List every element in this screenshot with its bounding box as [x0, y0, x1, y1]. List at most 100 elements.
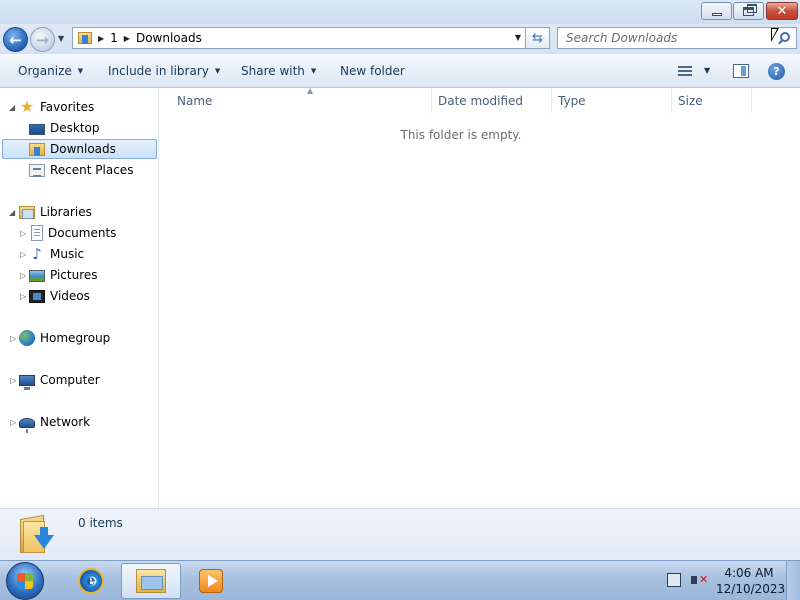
- network-status-icon[interactable]: [667, 573, 681, 587]
- column-header-type[interactable]: Type: [550, 88, 672, 113]
- column-header-name[interactable]: Name ▲: [169, 86, 432, 113]
- sidebar-item-desktop[interactable]: Desktop: [29, 118, 100, 138]
- show-desktop-button[interactable]: [786, 561, 800, 600]
- minimize-button[interactable]: [701, 2, 732, 20]
- sidebar-item-recent-places[interactable]: Recent Places: [29, 160, 133, 180]
- file-list[interactable]: Name ▲ Date modified Type Size This fold…: [160, 86, 800, 508]
- windows-media-player-icon: [199, 569, 223, 593]
- sidebar-item-documents[interactable]: Documents: [29, 223, 116, 243]
- breadcrumb-item[interactable]: 1: [110, 31, 118, 45]
- expand-icon[interactable]: ▷: [20, 292, 26, 301]
- back-button[interactable]: ←: [3, 27, 28, 52]
- breadcrumb-item[interactable]: Downloads: [136, 31, 202, 45]
- sidebar-item-label: Recent Places: [50, 163, 134, 177]
- search-input[interactable]: [566, 31, 766, 45]
- include-in-library-menu[interactable]: Include in library ▼: [108, 64, 220, 78]
- sidebar-item-label: Music: [50, 247, 85, 261]
- empty-folder-text: This folder is empty.: [400, 128, 522, 142]
- recent-places-icon: [29, 163, 45, 177]
- start-button[interactable]: [6, 562, 44, 600]
- empty-folder-message: This folder is empty.: [160, 128, 800, 142]
- taskbar-internet-explorer[interactable]: e: [64, 563, 118, 599]
- expand-icon[interactable]: ▷: [20, 250, 26, 259]
- column-header-label: Type: [558, 93, 586, 108]
- music-icon: ♪: [32, 245, 42, 263]
- volume-muted-icon[interactable]: ✕: [691, 573, 708, 587]
- taskbar-windows-explorer[interactable]: [121, 563, 181, 599]
- mouse-cursor-icon: [771, 28, 779, 42]
- documents-icon: [31, 225, 43, 241]
- breadcrumb-chevron-icon[interactable]: ▶: [98, 34, 104, 43]
- column-header-size[interactable]: Size: [670, 88, 752, 113]
- collapse-icon[interactable]: ◢: [9, 208, 15, 217]
- sidebar-item-homegroup[interactable]: Homegroup: [19, 328, 110, 348]
- sidebar-item-label: Documents: [48, 226, 117, 240]
- expand-icon[interactable]: ▷: [10, 334, 16, 343]
- command-bar: Organize ▼ Include in library ▼ Share with…: [0, 54, 800, 88]
- close-icon: ✕: [776, 3, 788, 19]
- change-view-icon[interactable]: [678, 66, 692, 76]
- homegroup-icon: [19, 330, 35, 346]
- expand-icon[interactable]: ▷: [20, 271, 26, 280]
- sidebar-item-network[interactable]: Network: [19, 412, 90, 433]
- refresh-icon: ⇆: [532, 30, 543, 46]
- internet-explorer-icon: e: [78, 568, 104, 594]
- refresh-button[interactable]: ⇆: [526, 27, 550, 49]
- column-header-label: Size: [678, 93, 703, 108]
- column-header-label: Date modified: [438, 93, 524, 108]
- system-clock[interactable]: 4:06 AM 12/10/2023: [716, 565, 786, 597]
- sidebar-item-downloads[interactable]: Downloads: [2, 139, 157, 159]
- new-folder-button[interactable]: New folder: [340, 64, 405, 78]
- column-header-label: Name: [177, 93, 213, 108]
- restore-icon: [743, 3, 757, 16]
- expand-icon[interactable]: ▷: [10, 418, 16, 427]
- view-options-dropdown-icon[interactable]: ▼: [704, 66, 710, 75]
- clock-date: 12/10/2023: [716, 582, 786, 596]
- search-box[interactable]: [557, 27, 797, 49]
- sidebar-item-label: Homegroup: [40, 331, 111, 345]
- expand-icon[interactable]: ▷: [10, 376, 16, 385]
- organize-menu[interactable]: Organize ▼: [18, 64, 83, 78]
- search-icon[interactable]: [780, 32, 790, 42]
- sidebar-item-music[interactable]: ♪ Music: [29, 244, 84, 264]
- favorites-star-icon: ★: [19, 97, 35, 116]
- explorer-window: ✕ ← → ▼ ▶ 1 ▶ Downloads ▼ ⇆ Organize ▼ In…: [0, 0, 800, 560]
- breadcrumb-chevron-icon[interactable]: ▶: [124, 34, 130, 43]
- sidebar-item-label: Computer: [40, 373, 100, 387]
- details-pane: 0 items: [0, 508, 800, 560]
- windows-explorer-icon: [136, 569, 166, 593]
- taskbar-windows-media-player[interactable]: [184, 563, 238, 599]
- expand-icon[interactable]: ▷: [20, 229, 26, 238]
- address-history-dropdown-icon[interactable]: ▼: [515, 33, 521, 42]
- sidebar-item-pictures[interactable]: Pictures: [29, 265, 98, 285]
- share-with-label: Share with: [241, 64, 305, 78]
- navigation-pane: ◢ ★ Favorites Desktop Downloads Recent P…: [0, 88, 159, 508]
- navigation-bar: ← → ▼ ▶ 1 ▶ Downloads ▼ ⇆: [0, 24, 800, 54]
- network-icon: [19, 417, 35, 433]
- sort-ascending-icon: ▲: [307, 86, 314, 95]
- preview-pane-icon[interactable]: [733, 64, 749, 78]
- forward-arrow-icon: →: [36, 30, 49, 49]
- minimize-icon: [711, 12, 722, 16]
- restore-button[interactable]: [733, 2, 764, 20]
- sidebar-item-favorites[interactable]: ★ Favorites: [19, 97, 94, 117]
- column-header-date-modified[interactable]: Date modified: [430, 88, 552, 113]
- sidebar-item-label: Libraries: [40, 205, 92, 219]
- collapse-icon[interactable]: ◢: [9, 103, 15, 112]
- recent-pages-dropdown-icon[interactable]: ▼: [58, 34, 64, 43]
- sidebar-item-computer[interactable]: Computer: [19, 370, 100, 390]
- libraries-icon: [19, 205, 35, 219]
- help-icon[interactable]: ?: [768, 63, 785, 80]
- sidebar-item-libraries[interactable]: Libraries: [19, 202, 92, 222]
- downloads-folder-large-icon: [20, 513, 54, 555]
- address-bar[interactable]: ▶ 1 ▶ Downloads ▼: [72, 27, 526, 49]
- taskbar: e ✕ 4:06 AM 12/10/2023: [0, 560, 800, 600]
- pictures-icon: [29, 270, 45, 282]
- forward-button[interactable]: →: [30, 27, 55, 52]
- close-button[interactable]: ✕: [766, 2, 798, 20]
- item-count: 0 items: [78, 516, 123, 530]
- share-with-menu[interactable]: Share with ▼: [241, 64, 316, 78]
- sidebar-item-videos[interactable]: Videos: [29, 286, 90, 306]
- dropdown-arrow-icon: ▼: [214, 67, 221, 75]
- dropdown-arrow-icon: ▼: [77, 67, 84, 75]
